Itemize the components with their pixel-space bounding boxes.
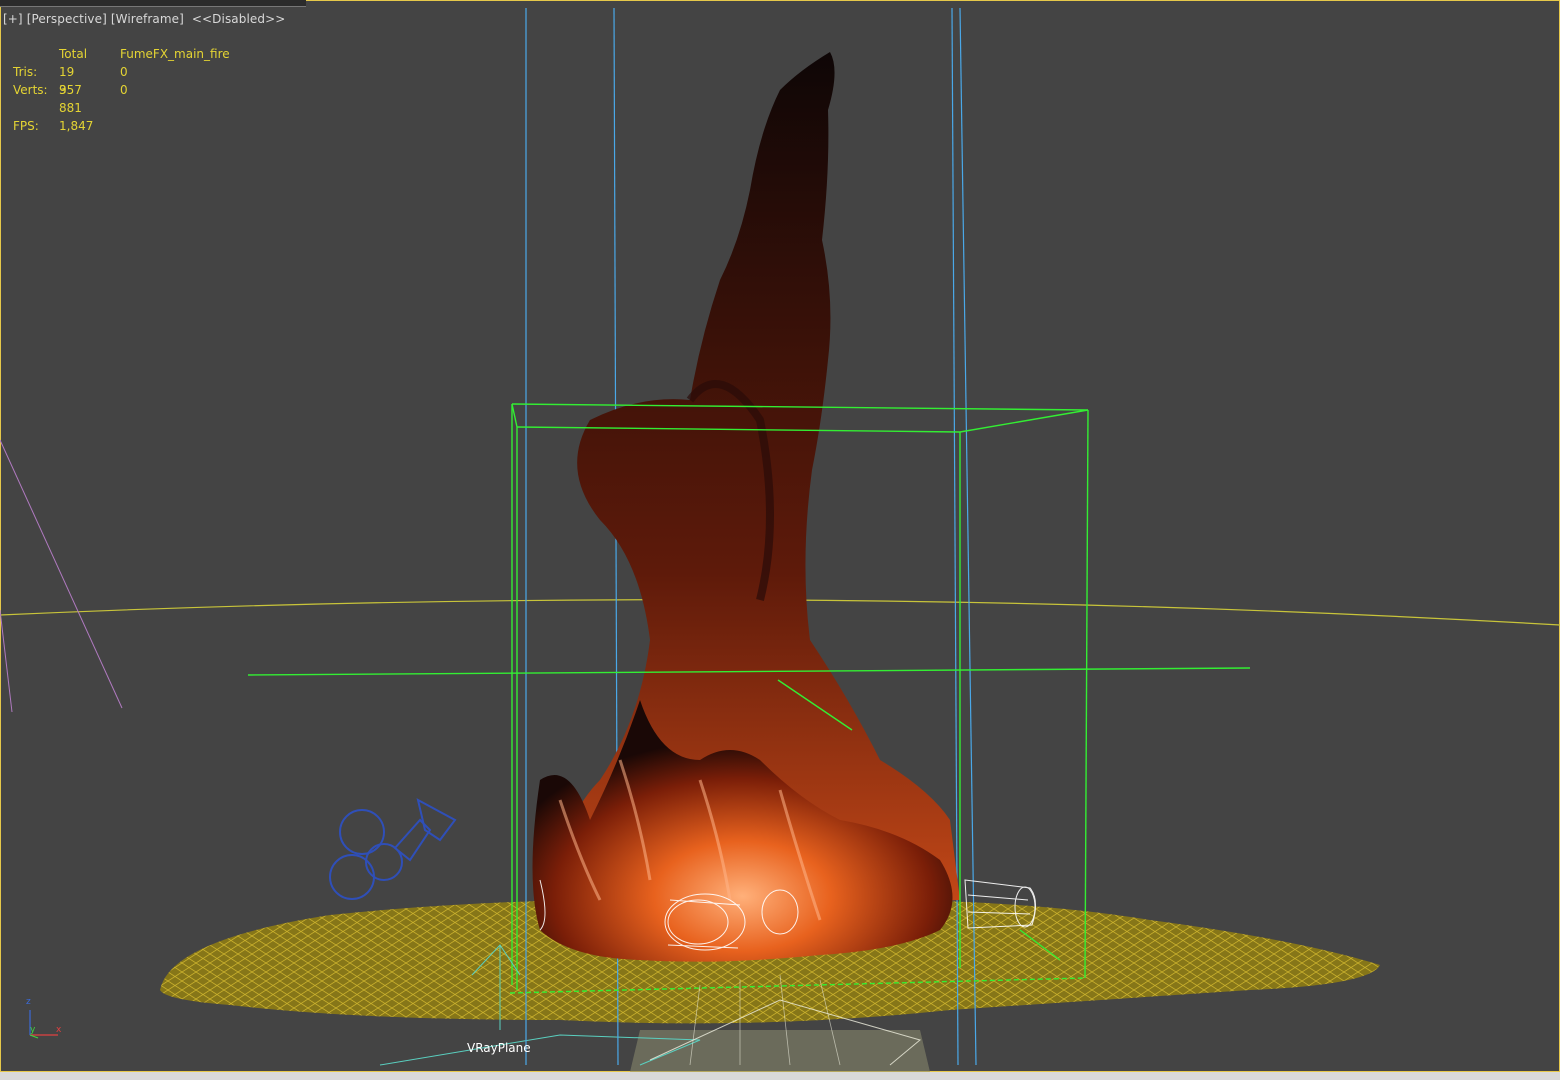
- scene-canvas[interactable]: [0, 0, 1560, 1072]
- axis-y-label: y: [30, 1025, 36, 1035]
- axis-x-label: x: [56, 1025, 62, 1035]
- axis-z-label: z: [26, 997, 31, 1007]
- pink-guide-line: [0, 439, 123, 709]
- pink-guide-line: [0, 609, 13, 713]
- viewport-bottom-border: [0, 1072, 1560, 1080]
- 3d-viewport[interactable]: [+] [Perspective] [Wireframe] <<Disabled>>…: [0, 0, 1560, 1072]
- camera-light-icon: [329, 798, 457, 900]
- object-name-label: VRayPlane: [467, 1041, 531, 1055]
